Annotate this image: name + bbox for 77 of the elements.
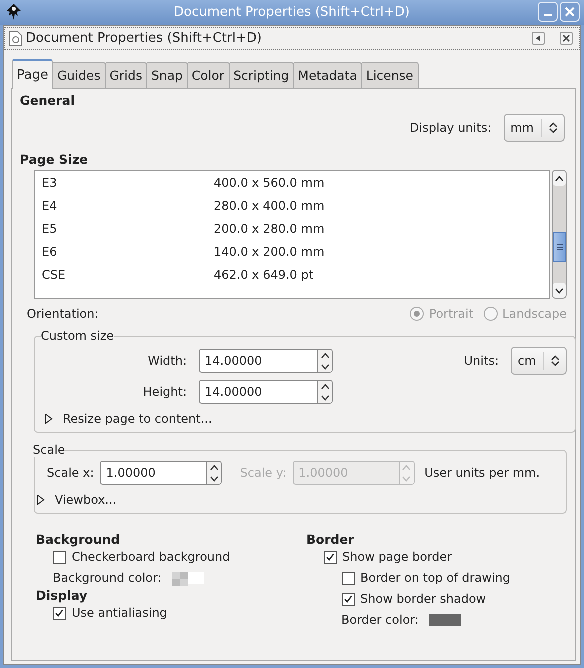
- section-heading: Display: [36, 588, 89, 603]
- checkbox[interactable]: Border on top of drawing: [342, 571, 567, 585]
- field-label: Units:: [463, 354, 499, 368]
- caret-down-icon: [402, 476, 412, 482]
- width-field[interactable]: 14.00000: [199, 349, 317, 373]
- up-down-icon: [551, 355, 560, 367]
- section-heading: Background: [36, 532, 122, 547]
- checkbox[interactable]: Checkerboard background: [53, 550, 296, 564]
- collapse-button[interactable]: [532, 32, 545, 45]
- expander[interactable]: Resize page to content...: [45, 412, 212, 426]
- list-cell[interactable]: E4: [42, 198, 214, 212]
- tab[interactable]: Page: [12, 59, 54, 89]
- field-label: Orientation:: [27, 307, 99, 321]
- tab[interactable]: Guides: [52, 62, 106, 88]
- minimize-icon: [544, 14, 552, 16]
- up-down-icon: [549, 122, 558, 134]
- app-icon: [5, 3, 23, 21]
- field-label: Display units:: [410, 121, 492, 135]
- close-button[interactable]: [560, 32, 573, 45]
- color-swatch[interactable]: [172, 572, 204, 584]
- frame-title: Custom size: [41, 329, 114, 343]
- grip-icon: [556, 244, 562, 250]
- tab[interactable]: License: [361, 62, 418, 88]
- triangle-icon: [45, 414, 53, 424]
- units-dropdown[interactable]: cm: [511, 347, 568, 375]
- caret-up-icon: [402, 464, 412, 470]
- field-label: Height:: [142, 385, 187, 399]
- list-cell[interactable]: E6: [42, 244, 214, 258]
- checkbox[interactable]: Show border shadow: [342, 592, 567, 606]
- units-dropdown[interactable]: mm: [504, 114, 565, 142]
- panel-title: Document Properties (Shift+Ctrl+D): [26, 31, 262, 46]
- height-field[interactable]: 14.00000: [199, 380, 317, 404]
- units-note: User units per mm.: [424, 466, 540, 480]
- list-cell[interactable]: CSE: [42, 268, 214, 282]
- list-cell[interactable]: 140.0 x 200.0 mm: [214, 244, 325, 258]
- tab[interactable]: Metadata: [293, 62, 362, 88]
- caret-up-icon: [555, 176, 564, 182]
- color-swatch[interactable]: [428, 614, 461, 626]
- section-heading: Page Size: [20, 152, 90, 167]
- section-heading: General: [20, 93, 76, 108]
- list-cell[interactable]: 400.0 x 560.0 mm: [214, 176, 325, 190]
- tab[interactable]: Color: [186, 62, 230, 88]
- list-cell[interactable]: 200.0 x 280.0 mm: [214, 222, 325, 236]
- tab[interactable]: Grids: [104, 62, 148, 88]
- list-cell[interactable]: E3: [42, 176, 214, 190]
- caret-down-icon: [320, 364, 330, 370]
- list-cell[interactable]: E5: [42, 222, 214, 236]
- list-cell[interactable]: 280.0 x 400.0 mm: [214, 198, 325, 212]
- checkbox[interactable]: Show page border: [324, 550, 567, 564]
- caret-up-icon: [320, 352, 330, 358]
- window-title: Document Properties (Shift+Ctrl+D): [174, 5, 410, 20]
- field-label: Scale x:: [47, 466, 94, 480]
- checkerboard-icon: [172, 572, 188, 586]
- close-icon: [565, 7, 575, 17]
- field-label: Width:: [147, 354, 187, 368]
- caret-up-icon: [210, 464, 219, 470]
- field-label: Background color:: [53, 571, 162, 585]
- scale-x-field[interactable]: 1.00000: [100, 461, 206, 485]
- checkbox[interactable]: Use antialiasing: [53, 606, 296, 620]
- caret-down-icon: [210, 476, 219, 482]
- section-heading: Border: [306, 532, 356, 547]
- caret-up-icon: [320, 384, 330, 390]
- tab[interactable]: Scripting: [228, 62, 294, 88]
- expander[interactable]: Viewbox...: [37, 493, 117, 507]
- field-label: Scale y:: [240, 466, 287, 480]
- triangle-left-icon: [535, 35, 542, 42]
- minimize-button[interactable]: [538, 2, 558, 22]
- close-icon: [563, 35, 570, 42]
- triangle-icon: [37, 495, 45, 505]
- list-cell[interactable]: 462.0 x 649.0 pt: [214, 268, 314, 282]
- field-label: Border color:: [342, 613, 419, 627]
- caret-down-icon: [320, 394, 330, 400]
- frame-title: Scale: [33, 443, 66, 457]
- scrollbar[interactable]: [552, 170, 567, 299]
- tab[interactable]: Snap: [146, 62, 188, 88]
- caret-down-icon: [555, 288, 564, 294]
- document-icon: [9, 30, 23, 46]
